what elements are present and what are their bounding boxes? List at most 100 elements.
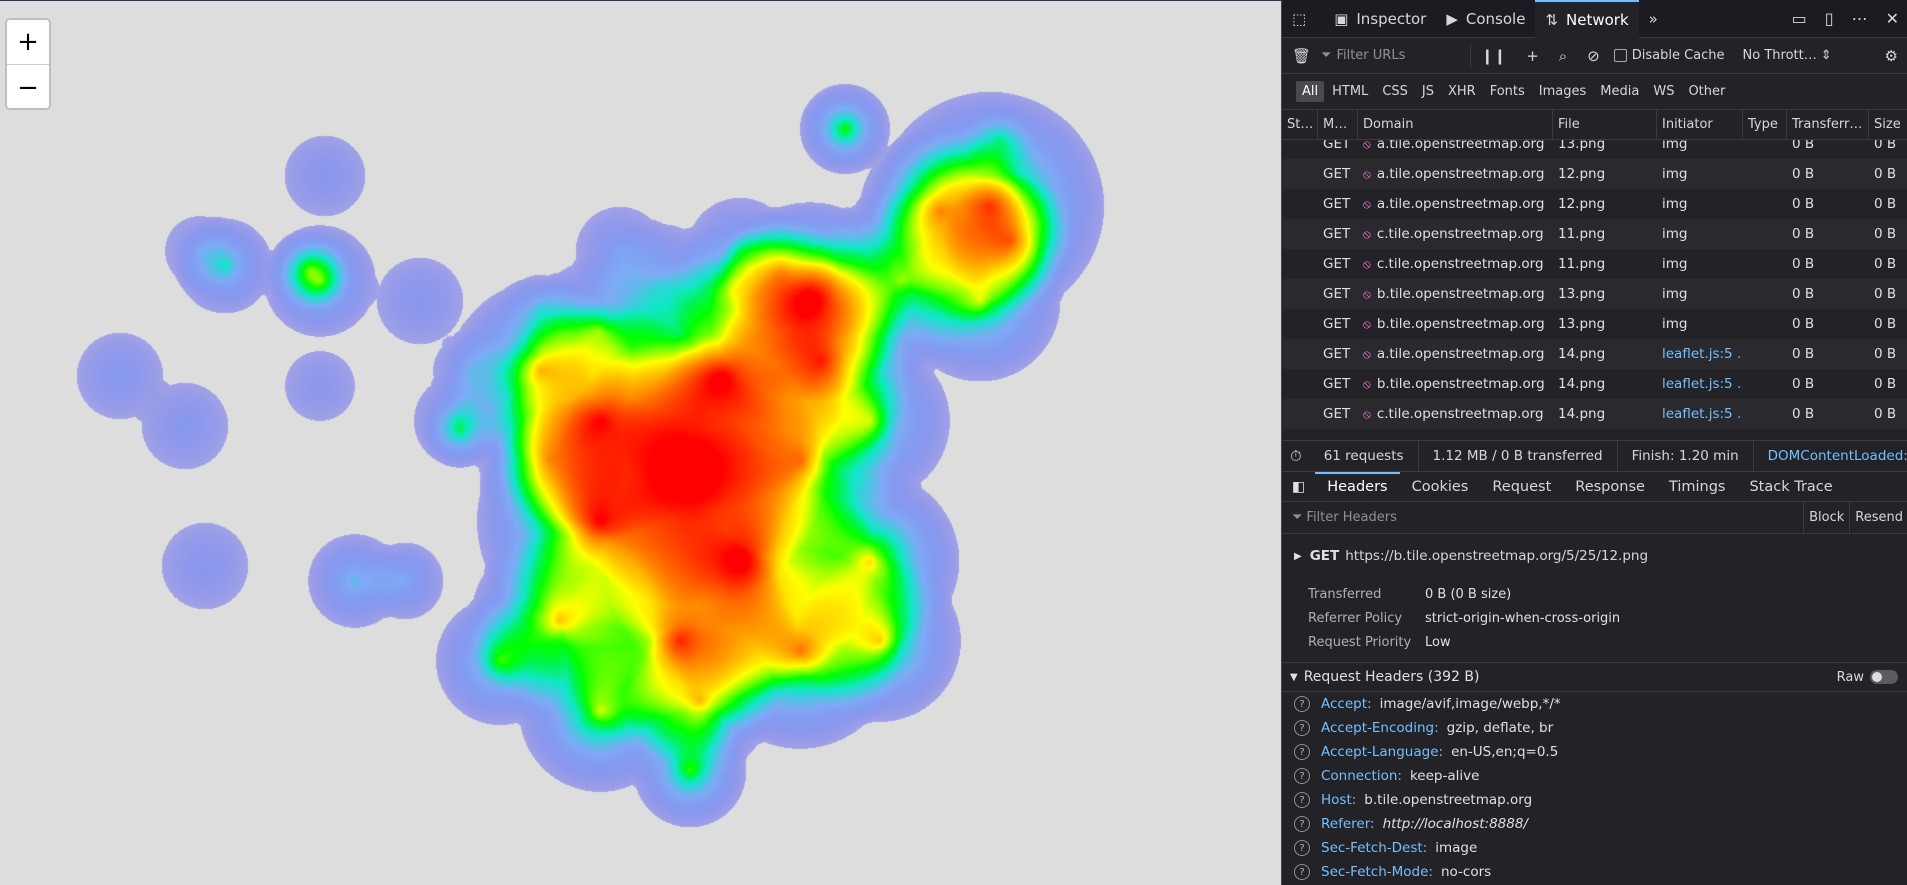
header-row[interactable]: ? Referer: http://localhost:8888/ bbox=[1282, 812, 1907, 836]
help-icon[interactable]: ? bbox=[1294, 840, 1310, 856]
heatmap-map[interactable]: + − bbox=[0, 0, 1281, 885]
disable-cache-checkbox[interactable]: Disable Cache bbox=[1613, 48, 1725, 63]
type-filter-xhr[interactable]: XHR bbox=[1442, 81, 1482, 102]
help-icon[interactable]: ? bbox=[1294, 816, 1310, 832]
header-row[interactable]: ? Connection: keep-alive bbox=[1282, 764, 1907, 788]
column-size[interactable]: Size bbox=[1869, 110, 1907, 140]
header-row[interactable]: ? Sec-Fetch-Dest: image bbox=[1282, 836, 1907, 860]
help-icon[interactable]: ? bbox=[1294, 744, 1310, 760]
details-tabs: ◧ Headers Cookies Request Response Timin… bbox=[1282, 471, 1907, 502]
tab-response[interactable]: Response bbox=[1563, 472, 1657, 502]
gear-icon[interactable]: ⚙ bbox=[1875, 47, 1907, 65]
column-domain[interactable]: Domain bbox=[1358, 110, 1553, 140]
cell-initiator[interactable]: leaflet.js:5 … bbox=[1657, 339, 1743, 369]
help-icon[interactable]: ? bbox=[1294, 864, 1310, 880]
cell-initiator[interactable]: leaflet.js:5 … bbox=[1657, 399, 1743, 429]
table-row[interactable]: GET ⦸ b.tile.openstreetmap.org 14.png leafle… bbox=[1282, 369, 1907, 399]
table-row[interactable]: GET ⦸ a.tile.openstreetmap.org 12.png img 0 B… bbox=[1282, 159, 1907, 189]
zoom-out-button[interactable]: − bbox=[7, 65, 49, 110]
type-filter-fonts[interactable]: Fonts bbox=[1484, 81, 1531, 102]
table-row[interactable]: GET ⦸ b.tile.openstreetmap.org 13.png img 0 B… bbox=[1282, 309, 1907, 339]
table-row[interactable]: GET ⦸ c.tile.openstreetmap.org 11.png img 0 B… bbox=[1282, 249, 1907, 279]
help-icon[interactable]: ? bbox=[1294, 720, 1310, 736]
table-row[interactable]: GET ⦸ b.tile.openstreetmap.org 13.png img 0 B… bbox=[1282, 279, 1907, 309]
cell-status bbox=[1282, 369, 1318, 399]
column-method[interactable]: M… bbox=[1318, 110, 1358, 140]
element-picker-button[interactable]: ⬚ bbox=[1282, 0, 1324, 38]
tab-network[interactable]: ⇅ Network bbox=[1535, 0, 1639, 38]
close-icon[interactable]: ✕ bbox=[1877, 9, 1907, 28]
header-row[interactable]: ? Accept-Language: en-US,en;q=0.5 bbox=[1282, 740, 1907, 764]
sidebar-toggle-icon[interactable]: ◧ bbox=[1282, 479, 1315, 495]
cell-file: 11.png bbox=[1558, 226, 1606, 242]
dock-icon[interactable]: ▭ bbox=[1783, 9, 1816, 28]
cell-status bbox=[1282, 279, 1318, 309]
type-filter-html[interactable]: HTML bbox=[1326, 81, 1374, 102]
table-row[interactable]: GET ⦸ c.tile.openstreetmap.org 11.png img 0 B… bbox=[1282, 219, 1907, 249]
type-filter-ws[interactable]: WS bbox=[1647, 81, 1680, 102]
block-button[interactable]: Block bbox=[1803, 501, 1849, 534]
tab-console[interactable]: ▶ Console bbox=[1436, 0, 1535, 38]
table-row[interactable]: GET ⦸ a.tile.openstreetmap.org 14.png leafle… bbox=[1282, 339, 1907, 369]
type-filter-css[interactable]: CSS bbox=[1376, 81, 1414, 102]
cell-method: GET bbox=[1323, 346, 1351, 362]
more-icon[interactable]: ⋯ bbox=[1843, 9, 1877, 28]
tab-inspector[interactable]: ▣ Inspector bbox=[1324, 0, 1436, 38]
header-row[interactable]: ? Accept: image/avif,image/webp,*/* bbox=[1282, 692, 1907, 716]
tab-label: Inspector bbox=[1356, 9, 1427, 28]
cell-domain: ⦸ c.tile.openstreetmap.org bbox=[1358, 219, 1553, 249]
column-type[interactable]: Type bbox=[1743, 110, 1787, 140]
header-row[interactable]: ? Accept-Encoding: gzip, deflate, br bbox=[1282, 716, 1907, 740]
table-row[interactable]: GET ⦸ a.tile.openstreetmap.org 12.png img 0 B… bbox=[1282, 189, 1907, 219]
cell-initiator[interactable]: leaflet.js:5 … bbox=[1657, 369, 1743, 399]
filter-headers-input[interactable]: Filter Headers bbox=[1306, 510, 1396, 525]
throttle-select[interactable]: No Thrott… bbox=[1743, 48, 1817, 63]
table-row[interactable]: GET ⦸ c.tile.openstreetmap.org 14.png leafle… bbox=[1282, 399, 1907, 429]
help-icon[interactable]: ? bbox=[1294, 768, 1310, 784]
blocked-icon: ⦸ bbox=[1363, 347, 1371, 361]
column-transferred[interactable]: Transferr… bbox=[1787, 110, 1869, 140]
type-filter-media[interactable]: Media bbox=[1594, 81, 1645, 102]
tab-headers[interactable]: Headers bbox=[1315, 471, 1400, 502]
tab-timings[interactable]: Timings bbox=[1657, 472, 1738, 502]
cell-status bbox=[1282, 309, 1318, 339]
responsive-icon[interactable]: ▯ bbox=[1816, 9, 1843, 28]
type-filter-js[interactable]: JS bbox=[1416, 81, 1440, 102]
tab-request[interactable]: Request bbox=[1480, 472, 1563, 502]
header-value: gzip, deflate, br bbox=[1446, 720, 1554, 736]
stopwatch-icon[interactable]: ⏱ bbox=[1282, 447, 1310, 465]
column-initiator[interactable]: Initiator bbox=[1657, 110, 1743, 140]
type-filter-images[interactable]: Images bbox=[1533, 81, 1593, 102]
request-headers-section[interactable]: ▼ Request Headers (392 B) Raw bbox=[1282, 662, 1907, 692]
header-row[interactable]: ? Sec-Fetch-Mode: no-cors bbox=[1282, 860, 1907, 884]
checkbox-box bbox=[1613, 49, 1627, 62]
search-icon[interactable]: ⌕ bbox=[1549, 47, 1577, 65]
blocked-icon: ⦸ bbox=[1363, 287, 1371, 301]
zoom-in-button[interactable]: + bbox=[7, 20, 49, 65]
raw-toggle[interactable]: Raw bbox=[1837, 670, 1898, 685]
cell-file: 14.png bbox=[1558, 346, 1606, 362]
header-row[interactable]: ? Host: b.tile.openstreetmap.org bbox=[1282, 788, 1907, 812]
domain-text: a.tile.openstreetmap.org bbox=[1376, 166, 1545, 182]
block-icon[interactable]: ⊘ bbox=[1577, 47, 1610, 65]
column-status[interactable]: St… bbox=[1282, 110, 1318, 140]
column-file[interactable]: File bbox=[1553, 110, 1657, 140]
type-filter-all[interactable]: All bbox=[1296, 81, 1325, 102]
tab-cookies[interactable]: Cookies bbox=[1400, 472, 1481, 502]
filter-urls-input[interactable]: ⏷ Filter URLs bbox=[1321, 43, 1472, 68]
request-line[interactable]: ▶ GET https://b.tile.openstreetmap.org/5… bbox=[1282, 544, 1907, 568]
help-icon[interactable]: ? bbox=[1294, 696, 1310, 712]
help-icon[interactable]: ? bbox=[1294, 792, 1310, 808]
cell-type bbox=[1743, 140, 1787, 159]
tab-stack-trace[interactable]: Stack Trace bbox=[1737, 472, 1844, 502]
cell-initiator: img bbox=[1662, 166, 1688, 182]
trash-icon[interactable]: 🗑 bbox=[1282, 47, 1321, 65]
table-row[interactable]: GET ⦸ a.tile.openstreetmap.org 13.png img 0 B… bbox=[1282, 140, 1907, 159]
resend-button[interactable]: Resend bbox=[1849, 501, 1907, 534]
more-tabs-button[interactable]: » bbox=[1639, 0, 1668, 38]
cell-status bbox=[1282, 140, 1318, 159]
plus-icon[interactable]: + bbox=[1516, 47, 1549, 65]
pause-icon[interactable]: ❙❙ bbox=[1471, 47, 1516, 65]
type-filter-other[interactable]: Other bbox=[1682, 81, 1731, 102]
cell-file: 13.png bbox=[1558, 140, 1606, 152]
